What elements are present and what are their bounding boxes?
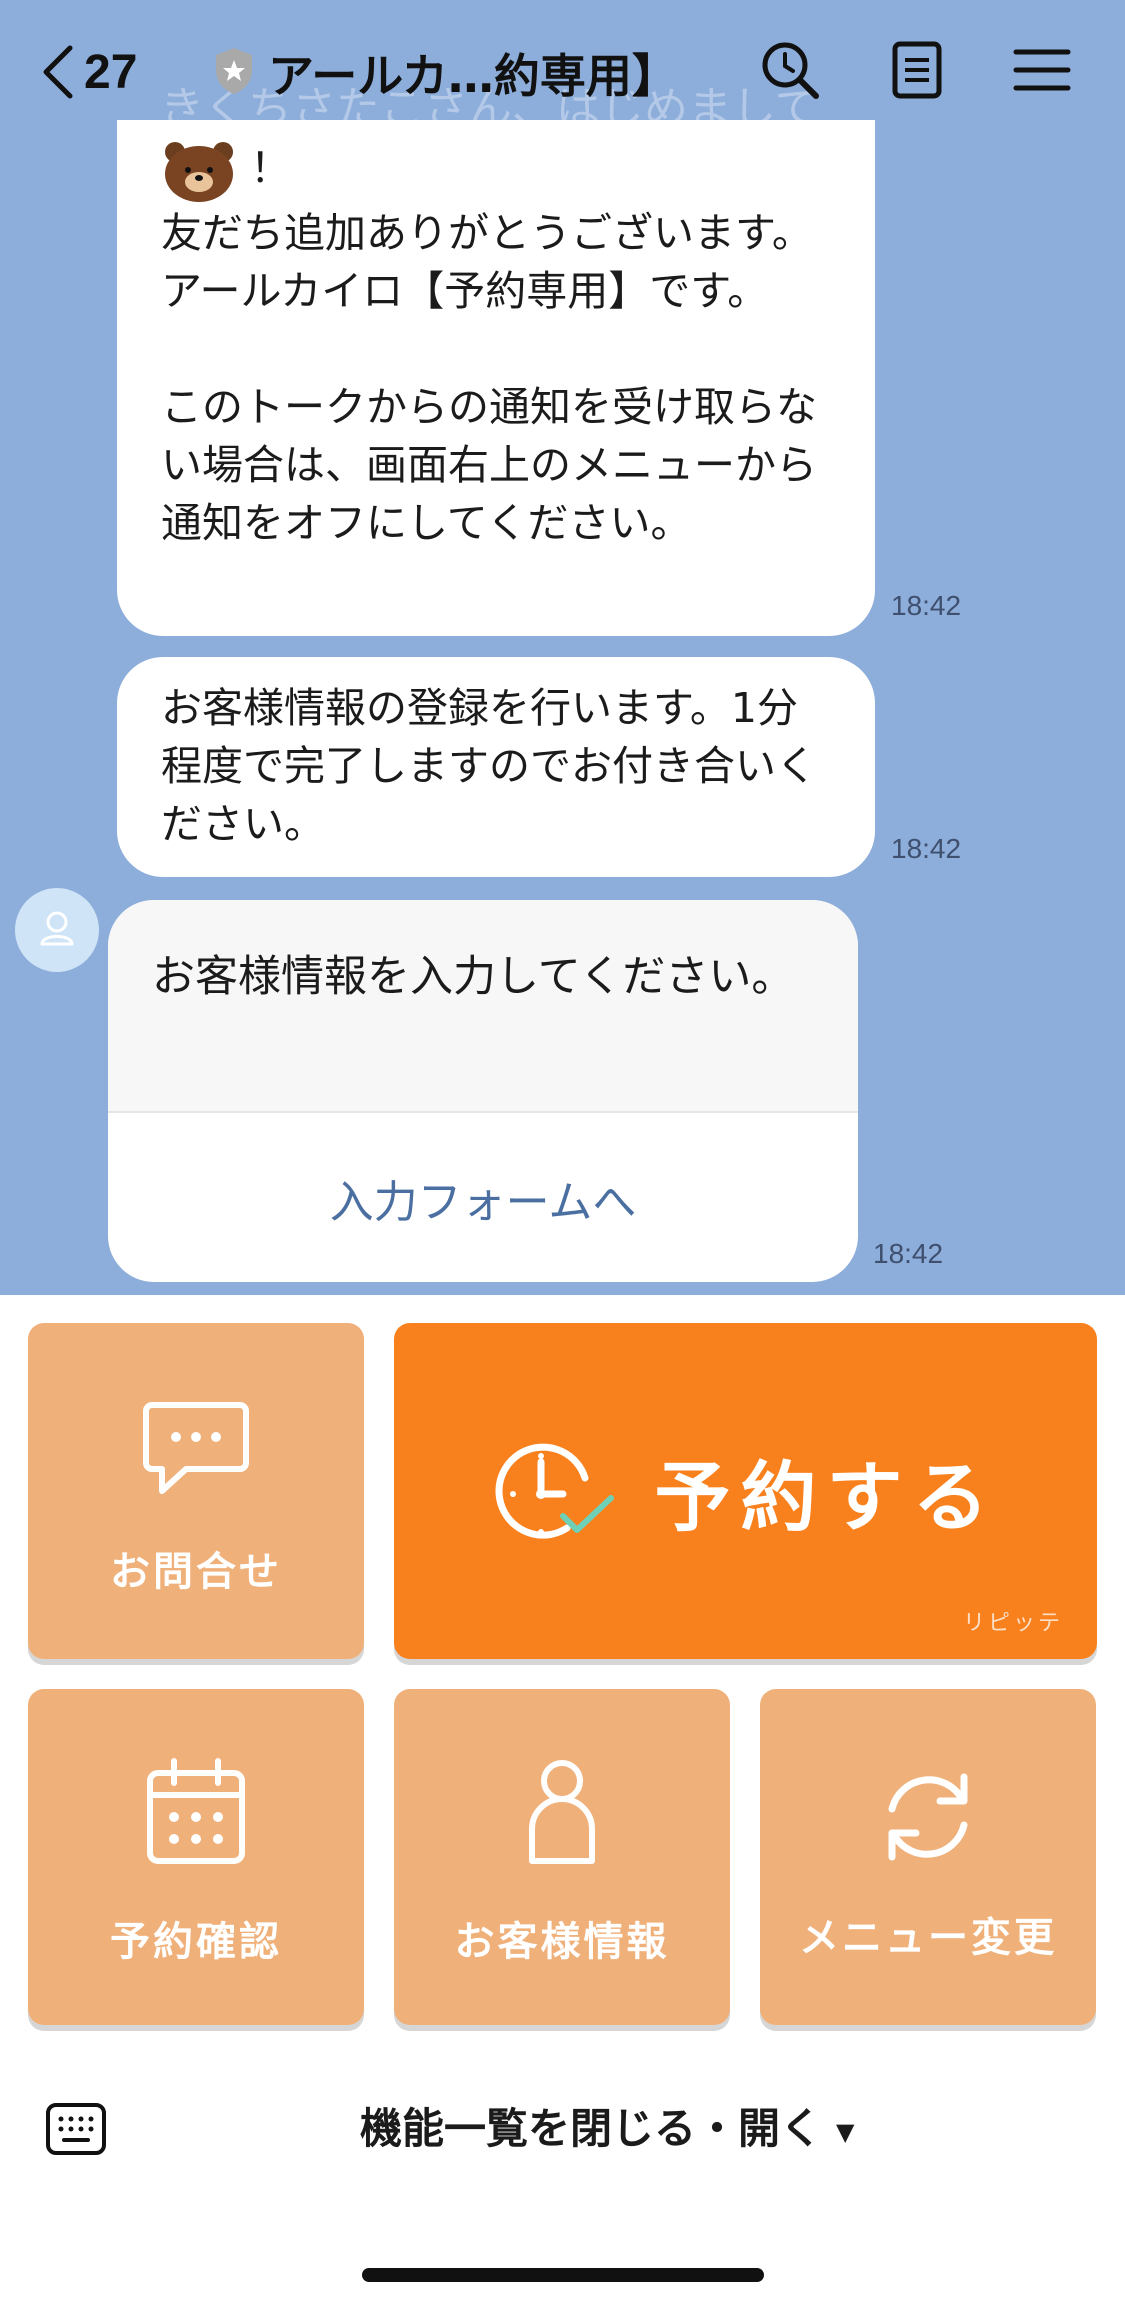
message-text: ！ 友だち追加ありがとうございます。アールカイロ【予約専用】です。 このトークか… — [161, 144, 817, 547]
tile-label: お問合せ — [110, 1549, 282, 1595]
menu-toggle[interactable]: 機能一覧を閉じる・開く ▼ — [360, 2095, 854, 2156]
tile-label: 予約確認 — [110, 1919, 282, 1965]
unread-count: 27 — [84, 45, 138, 99]
message-time: 18:42 — [873, 1238, 944, 1269]
message-time: 18:42 — [891, 590, 962, 621]
clock-check-icon — [495, 1443, 614, 1539]
chevron-down-icon: ▼ — [836, 2117, 855, 2146]
reservation-check-button[interactable]: 予約確認 — [28, 1689, 364, 2025]
calendar-icon — [147, 1758, 245, 1864]
back-chevron-icon — [43, 45, 73, 99]
notes-icon[interactable] — [885, 38, 949, 102]
person-icon — [529, 1760, 595, 1864]
user-avatar-icon — [40, 911, 74, 946]
tile-label: お客様情報 — [454, 1919, 670, 1965]
menu-icon[interactable] — [1010, 38, 1074, 102]
avatar[interactable] — [15, 888, 99, 972]
menu-toggle-label: 機能一覧を閉じる・開く — [360, 2104, 823, 2153]
bottom-bar: 機能一覧を閉じる・開く ▼ — [0, 2035, 1125, 2235]
form-link-button[interactable]: 入力フォームへ — [108, 1113, 858, 1282]
chat-bubble-icon — [143, 1402, 249, 1494]
contact-button[interactable]: お問合せ — [28, 1323, 364, 1659]
chat-header: きくちさたこさん、はじめまして 27 アールカ…約専用】 — [0, 0, 1125, 140]
home-indicator[interactable] — [362, 2268, 764, 2282]
message-text: お客様情報の登録を行います。1分程度で完了しますのでお付き合いください。 — [161, 684, 817, 848]
bear-sticker-icon — [165, 142, 233, 202]
tile-label: メニュー変更 — [799, 1915, 1057, 1961]
chat-title[interactable]: アールカ…約専用】 — [268, 40, 678, 106]
shield-icon — [216, 48, 252, 94]
message-text: お客様情報を入力してください。 — [108, 900, 858, 1113]
message-time: 18:42 — [891, 833, 962, 864]
rich-menu: お問合せ 予約する リピッテ 予約確認 お客様情報 メニュー変更 — [0, 1295, 1125, 2035]
menu-change-button[interactable]: メニュー変更 — [760, 1689, 1096, 2025]
message-card-form: お客様情報を入力してください。 入力フォームへ — [108, 900, 858, 1282]
search-icon[interactable] — [758, 38, 822, 102]
message-bubble-registration: お客様情報の登録を行います。1分程度で完了しますのでお付き合いください。 — [117, 657, 875, 877]
refresh-icon — [888, 1773, 968, 1861]
keyboard-icon[interactable] — [44, 2097, 108, 2161]
reserve-button[interactable]: 予約する リピッテ — [394, 1323, 1097, 1659]
chat-area[interactable]: きくちさたこさん、はじめまして 27 アールカ…約専用】 ！ 友だち追加ありがと… — [0, 0, 1125, 1295]
tile-label: 予約する — [654, 1453, 999, 1542]
customer-info-button[interactable]: お客様情報 — [394, 1689, 730, 2025]
back-button[interactable]: 27 — [40, 42, 137, 102]
message-bubble-welcome: ！ 友だち追加ありがとうございます。アールカイロ【予約専用】です。 このトークか… — [117, 120, 875, 636]
brand-text: リピッテ — [962, 1611, 1063, 1636]
